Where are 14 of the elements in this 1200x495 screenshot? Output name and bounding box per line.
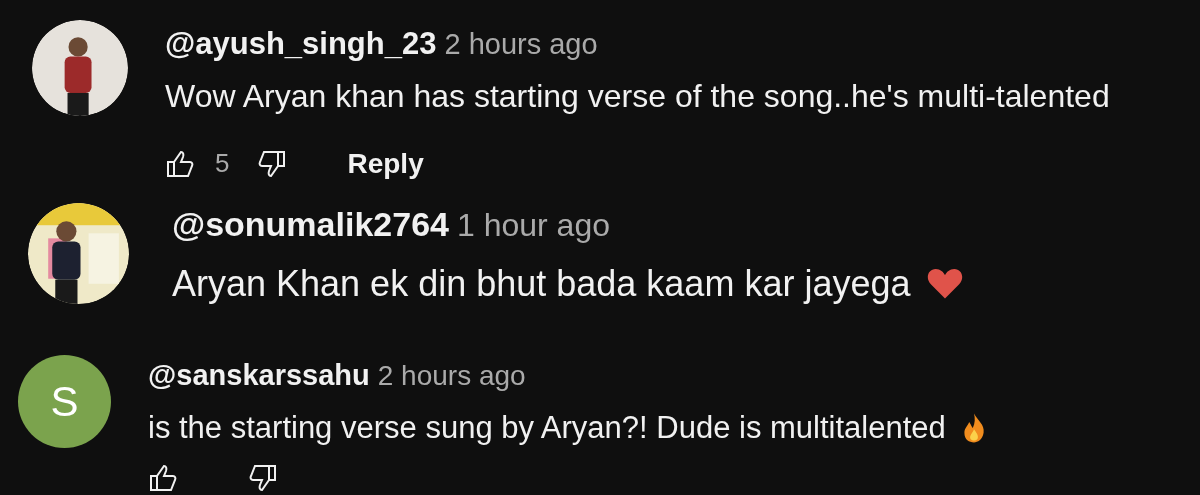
comment-time[interactable]: 1 hour ago [456,207,610,245]
avatar: S [18,355,111,449]
like-count: 5 [215,149,230,180]
reply-button[interactable]: Reply [347,148,424,181]
comment-text: Aryan Khan ek din bhut bada kaam kar jayega [172,262,911,304]
author-name[interactable]: @sonumalik2764 [172,205,449,245]
heart-icon [926,266,965,301]
comment-time[interactable]: 2 hours ago [377,360,526,393]
comment-time[interactable]: 2 hours ago [444,28,598,62]
author-name[interactable]: @ayush_singh_23 [165,26,437,62]
comment-text: Wow Aryan khan has starting verse of the song..he's multi-talented [165,77,1110,115]
author-name[interactable]: @sanskarssahu [148,359,370,393]
flame-icon [961,411,986,444]
comment-text: is the starting verse sung by Aryan?! Dude is multitalented [148,409,946,446]
